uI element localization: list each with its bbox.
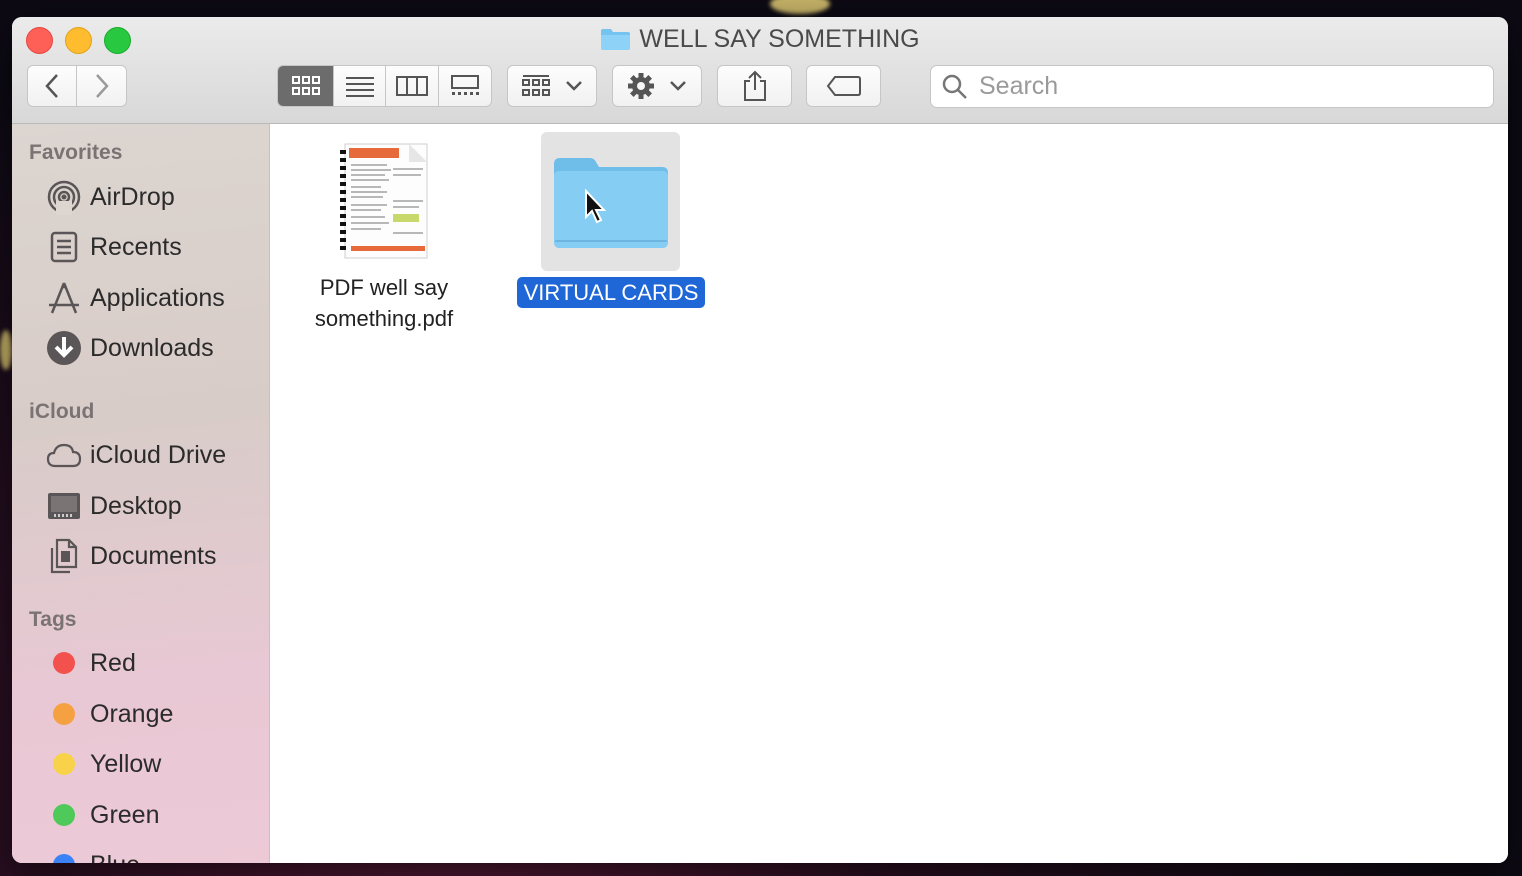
chevron-down-icon (670, 81, 686, 91)
mouse-cursor-icon (585, 188, 607, 223)
sidebar-item-applications[interactable]: Applications (46, 278, 225, 318)
tags-header: Tags (29, 608, 77, 631)
documents-icon (46, 538, 82, 574)
action-menu-button[interactable] (612, 65, 702, 107)
sidebar-item-downloads[interactable]: Downloads (46, 328, 214, 368)
orange-tag-dot-icon (53, 703, 75, 725)
window-title-text: WELL SAY SOMETHING (639, 25, 920, 53)
pdf-file-icon (339, 142, 429, 260)
file-name-selected: VIRTUAL CARDS (516, 277, 706, 308)
airdrop-icon (46, 179, 82, 215)
sidebar: Favorites AirDrop Recents Applications D… (12, 124, 270, 863)
group-by-button[interactable] (507, 65, 597, 107)
favorites-header: Favorites (29, 141, 123, 164)
sidebar-item-label: Applications (90, 283, 225, 312)
gallery-icon (450, 75, 479, 95)
sidebar-item-tag-green[interactable]: Green (46, 795, 159, 835)
titlebar: WELL SAY SOMETHING (12, 17, 1508, 124)
blue-tag-dot-icon (53, 854, 75, 863)
sidebar-item-icloud-drive[interactable]: iCloud Drive (46, 435, 226, 475)
sidebar-item-label: iCloud Drive (90, 440, 227, 469)
red-tag-dot-icon (53, 652, 75, 674)
search-icon (942, 74, 967, 99)
green-tag-dot-icon (53, 804, 75, 826)
finder-window: WELL SAY SOMETHING Search Favorites AirD… (12, 17, 1508, 863)
yellow-tag-dot-icon (53, 753, 75, 775)
sidebar-item-recents[interactable]: Recents (46, 227, 182, 267)
folder-icon (600, 27, 631, 59)
chevron-left-icon (45, 74, 58, 98)
sidebar-item-desktop[interactable]: Desktop (46, 486, 182, 526)
downloads-icon (46, 330, 82, 366)
sidebar-item-label: Red (90, 648, 136, 677)
sidebar-item-documents[interactable]: Documents (46, 536, 216, 576)
file-item-folder[interactable]: VIRTUAL CARDS (500, 132, 722, 308)
search-field[interactable] (930, 65, 1494, 108)
nav-buttons (27, 65, 127, 107)
chevron-down-icon (566, 81, 582, 91)
group-grid-icon (522, 75, 550, 96)
back-button[interactable] (28, 66, 78, 106)
icon-view-button[interactable] (278, 66, 335, 106)
applications-icon (46, 280, 82, 316)
view-mode-control (277, 65, 492, 107)
chevron-right-icon (95, 74, 109, 98)
sidebar-item-label: Blue (90, 851, 140, 864)
sidebar-item-label: Downloads (90, 333, 214, 362)
file-browser-content: PDF well say something.pdf VIRTUAL CARDS (270, 124, 1508, 863)
list-icon (345, 77, 374, 97)
search-input[interactable] (977, 71, 1461, 102)
sidebar-item-tag-blue[interactable]: Blue (46, 845, 140, 863)
window-title: WELL SAY SOMETHING (12, 23, 1508, 59)
desktop-icon (46, 488, 82, 524)
sidebar-item-label: Green (90, 800, 160, 829)
tag-icon (826, 76, 861, 96)
forward-button[interactable] (77, 66, 126, 106)
grid-icon (291, 76, 320, 95)
edit-tags-button[interactable] (806, 65, 881, 107)
file-name-line1: PDF well say (319, 275, 449, 300)
share-icon (743, 70, 766, 101)
sidebar-item-label: Recents (90, 232, 182, 261)
share-button[interactable] (717, 65, 792, 107)
sidebar-item-airdrop[interactable]: AirDrop (46, 177, 175, 217)
gear-icon (628, 73, 654, 99)
folder-icon (542, 132, 681, 271)
sidebar-item-label: Documents (90, 541, 217, 570)
columns-icon (395, 76, 428, 96)
recents-icon (46, 229, 82, 265)
icloud-header: iCloud (29, 400, 95, 423)
sidebar-item-label: AirDrop (90, 182, 175, 211)
sidebar-item-label: Desktop (90, 491, 182, 520)
column-view-button[interactable] (386, 66, 439, 106)
list-view-button[interactable] (334, 66, 386, 106)
file-name: PDF well say something.pdf (300, 272, 468, 334)
sidebar-item-label: Orange (90, 699, 174, 728)
gallery-view-button[interactable] (439, 66, 492, 106)
sidebar-item-label: Yellow (90, 749, 162, 778)
sidebar-item-tag-orange[interactable]: Orange (46, 694, 173, 734)
sidebar-item-tag-red[interactable]: Red (46, 643, 136, 683)
sidebar-item-tag-yellow[interactable]: Yellow (46, 744, 161, 784)
cloud-icon (46, 437, 82, 473)
file-item-pdf[interactable]: PDF well say something.pdf (300, 142, 468, 334)
file-name-line2: something.pdf (314, 306, 454, 331)
